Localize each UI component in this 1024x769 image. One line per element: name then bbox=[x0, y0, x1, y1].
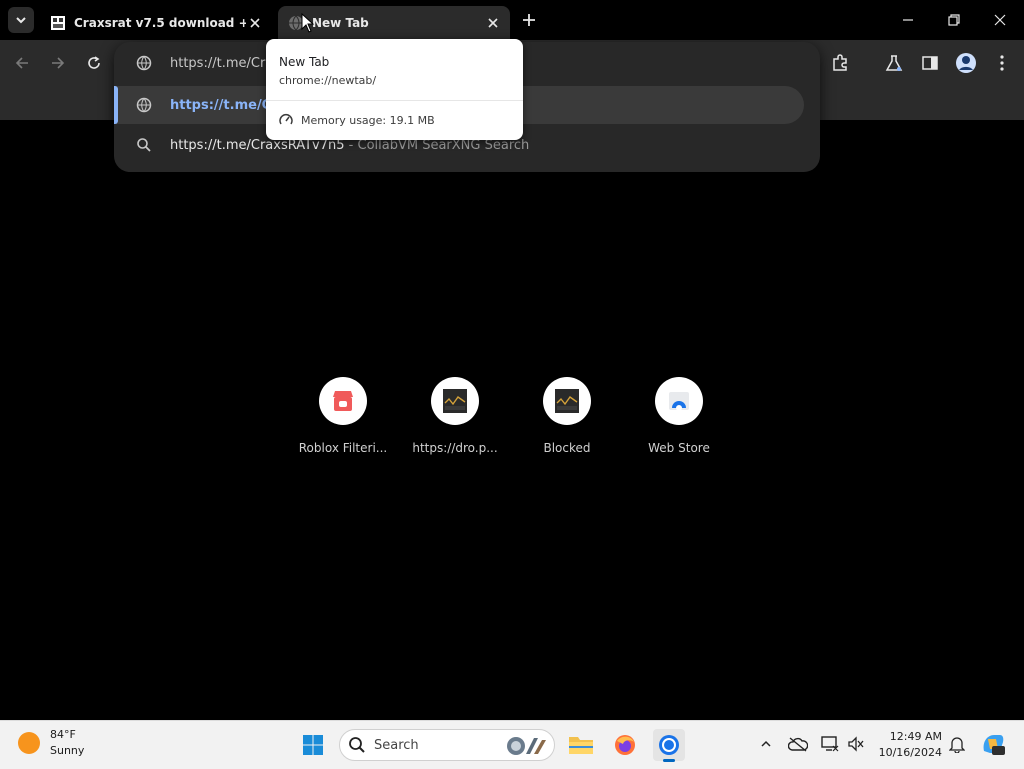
chrome-icon bbox=[659, 735, 679, 755]
tab-title: Craxsrat v7.5 download + Source bbox=[74, 16, 246, 30]
chrome-webstore-icon bbox=[669, 392, 689, 411]
globe-icon bbox=[136, 97, 152, 113]
puzzle-icon bbox=[833, 54, 847, 71]
shortcut-label: https://dro.p... bbox=[412, 441, 498, 455]
labs-button[interactable] bbox=[880, 49, 908, 77]
clock-time: 12:49 AM bbox=[889, 730, 942, 743]
copilot-button[interactable] bbox=[980, 731, 1006, 757]
tab-search-button[interactable] bbox=[8, 7, 34, 33]
thumbnail-icon bbox=[443, 389, 467, 413]
hover-card-url: chrome://newtab/ bbox=[279, 74, 377, 87]
windows-logo-icon bbox=[303, 735, 323, 755]
notifications-button[interactable] bbox=[946, 733, 968, 755]
reload-button[interactable] bbox=[80, 49, 108, 77]
tab-title: New Tab bbox=[312, 16, 369, 30]
back-button[interactable] bbox=[8, 49, 36, 77]
search-icon bbox=[137, 138, 151, 152]
divider bbox=[266, 100, 523, 101]
side-panel-icon bbox=[922, 56, 938, 70]
store-icon bbox=[333, 391, 353, 411]
arrow-left-icon bbox=[15, 57, 28, 69]
copilot-icon bbox=[983, 735, 1005, 755]
hover-card-title: New Tab bbox=[279, 55, 330, 69]
system-clock[interactable]: 12:49 AM 10/16/2024 bbox=[872, 729, 942, 761]
suggestion-url: https://t.me/C bbox=[170, 97, 272, 113]
extensions-button[interactable] bbox=[826, 49, 854, 77]
shortcut-label: Roblox Filteri... bbox=[298, 441, 388, 455]
chevron-up-icon bbox=[761, 740, 771, 747]
memory-usage-text: Memory usage: 19.1 MB bbox=[301, 113, 435, 127]
shortcut-roblox[interactable]: Roblox Filteri... bbox=[298, 376, 388, 466]
tray-overflow-button[interactable] bbox=[755, 733, 777, 755]
kebab-menu-icon bbox=[1000, 55, 1004, 71]
search-placeholder: Search bbox=[374, 737, 419, 753]
close-icon[interactable] bbox=[484, 14, 502, 32]
bell-icon bbox=[949, 737, 965, 753]
thumbnail-icon bbox=[555, 389, 579, 413]
network-tray[interactable] bbox=[819, 733, 841, 755]
shortcut-label: Blocked bbox=[543, 441, 591, 455]
windows-taskbar: 84°F Sunny Search 12:49 AM 10/16/2024 bbox=[0, 720, 1024, 769]
weather-temp: 84°F bbox=[50, 728, 76, 741]
shortcut-icon-circle bbox=[655, 377, 703, 425]
search-highlight-icon bbox=[507, 737, 546, 755]
close-icon[interactable] bbox=[246, 14, 264, 32]
sun-icon bbox=[18, 732, 40, 754]
close-window-button[interactable] bbox=[988, 8, 1012, 32]
menu-button[interactable] bbox=[988, 49, 1016, 77]
weather-widget[interactable]: 84°F Sunny bbox=[18, 727, 84, 759]
folder-icon bbox=[569, 737, 593, 754]
shortcut-dro[interactable]: https://dro.p... bbox=[410, 376, 500, 466]
weather-text: 84°F Sunny bbox=[50, 727, 84, 759]
restore-button[interactable] bbox=[942, 8, 966, 32]
gauge-icon bbox=[279, 114, 293, 125]
globe-icon bbox=[136, 55, 152, 71]
minimize-button[interactable] bbox=[896, 8, 920, 32]
close-icon bbox=[994, 14, 1006, 26]
volume-tray[interactable] bbox=[845, 733, 867, 755]
start-button[interactable] bbox=[297, 729, 329, 761]
tab-craxsrat[interactable]: Craxsrat v7.5 download + Source bbox=[40, 6, 272, 40]
shortcut-icon-circle bbox=[431, 377, 479, 425]
memory-usage: Memory usage: 19.1 MB bbox=[279, 113, 435, 127]
firefox-icon bbox=[615, 735, 635, 755]
file-explorer-button[interactable] bbox=[565, 729, 597, 761]
arrow-right-icon bbox=[52, 57, 65, 69]
address-input-text: https://t.me/Cra bbox=[170, 55, 274, 71]
weather-condition: Sunny bbox=[50, 744, 85, 757]
search-icon bbox=[349, 737, 365, 753]
tab-strip: Craxsrat v7.5 download + Source New Tab bbox=[0, 0, 1024, 40]
shortcut-label: Web Store bbox=[648, 441, 710, 455]
plus-icon bbox=[523, 14, 535, 26]
shortcut-web-store[interactable]: Web Store bbox=[634, 376, 724, 466]
profile-button[interactable] bbox=[952, 49, 980, 77]
shortcut-icon-circle bbox=[543, 377, 591, 425]
avatar-icon bbox=[956, 53, 976, 73]
flask-icon bbox=[885, 55, 903, 71]
taskbar-search[interactable]: Search bbox=[339, 729, 555, 761]
tab-hover-card: New Tab chrome://newtab/ Memory usage: 1… bbox=[266, 39, 523, 140]
chrome-button[interactable] bbox=[653, 729, 685, 762]
shortcut-icon-circle bbox=[319, 377, 367, 425]
shortcut-blocked[interactable]: Blocked bbox=[522, 376, 612, 466]
firefox-button[interactable] bbox=[609, 729, 641, 761]
new-tab-button[interactable] bbox=[518, 9, 540, 31]
clock-date: 10/16/2024 bbox=[878, 746, 942, 759]
mouse-cursor-icon bbox=[301, 13, 315, 33]
side-panel-button[interactable] bbox=[916, 49, 944, 77]
forward-button[interactable] bbox=[44, 49, 72, 77]
reload-icon bbox=[88, 56, 100, 69]
site-favicon-icon bbox=[51, 16, 65, 30]
onedrive-tray[interactable] bbox=[787, 733, 809, 755]
chevron-down-icon bbox=[16, 17, 26, 24]
minimize-icon bbox=[903, 19, 913, 21]
cloud-offline-icon bbox=[788, 737, 808, 752]
network-icon bbox=[821, 736, 839, 752]
speaker-muted-icon bbox=[848, 736, 864, 752]
restore-icon bbox=[948, 14, 960, 26]
